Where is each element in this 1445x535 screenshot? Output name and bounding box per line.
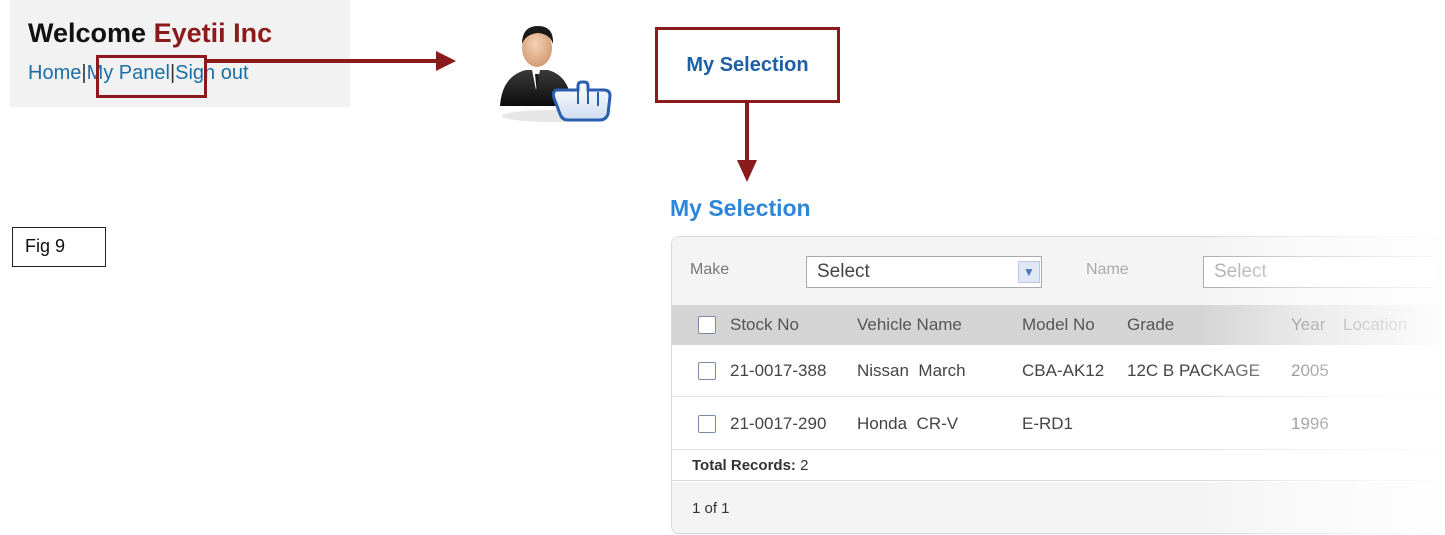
chevron-down-icon[interactable]: ▼: [1018, 261, 1040, 283]
column-header-grade[interactable]: Grade: [1127, 315, 1174, 335]
cell-grade: 12C B PACKAGE: [1127, 361, 1260, 380]
page-indicator: 1 of 1: [692, 500, 730, 517]
column-header-model-no[interactable]: Model No: [1022, 315, 1095, 335]
table-row[interactable]: 21-0017-290 Honda CR-V E-RD1 1996: [672, 398, 1440, 450]
cell-model-no: E-RD1: [1022, 414, 1074, 433]
name-select-value: Select: [1214, 261, 1267, 282]
company-name: Eyetii Inc: [153, 18, 273, 48]
total-records-value: 2: [800, 457, 809, 474]
selection-grid-panel: Make Select ▼ Name Select Stock No Vehic…: [671, 236, 1441, 534]
welcome-text: Welcome: [28, 18, 147, 48]
make-select[interactable]: Select: [806, 256, 1042, 288]
cell-stock-no: 21-0017-290: [730, 414, 827, 433]
select-all-checkbox[interactable]: [698, 316, 716, 334]
total-records: Total Records: 2: [692, 457, 808, 474]
filter-bar: Make Select ▼ Name Select: [672, 237, 1440, 305]
figure-label: Fig 9: [12, 227, 106, 267]
total-records-bar: Total Records: 2: [672, 451, 1440, 481]
grid-header: Stock No Vehicle Name Model No Grade Yea…: [672, 305, 1440, 345]
name-label: Name: [1086, 261, 1129, 278]
cell-stock-no: 21-0017-388: [730, 361, 827, 380]
pager-bar: 1 of 1: [672, 482, 1440, 533]
my-panel-highlight: [96, 55, 207, 98]
row-checkbox[interactable]: [698, 415, 716, 433]
my-selection-callout: My Selection: [655, 27, 840, 103]
column-header-location[interactable]: Location: [1343, 315, 1407, 335]
total-records-label: Total Records:: [692, 457, 796, 474]
home-link[interactable]: Home: [28, 62, 81, 84]
cell-vehicle-name: Nissan March: [857, 361, 966, 380]
cell-vehicle-name: Honda CR-V: [857, 414, 959, 433]
callout-label: My Selection: [686, 53, 809, 76]
arrow-right-head-icon: [436, 51, 456, 71]
cell-year: 1996: [1291, 414, 1329, 433]
arrow-right-line: [207, 59, 439, 63]
arrow-down-line: [745, 102, 749, 164]
column-header-year[interactable]: Year: [1291, 315, 1325, 335]
cell-year: 2005: [1291, 361, 1329, 380]
row-checkbox[interactable]: [698, 362, 716, 380]
table-row[interactable]: 21-0017-388 Nissan March CBA-AK12 12C B …: [672, 345, 1440, 397]
cell-model-no: CBA-AK12: [1022, 361, 1105, 380]
name-select[interactable]: Select: [1203, 256, 1439, 288]
column-header-stock-no[interactable]: Stock No: [730, 315, 799, 335]
user-panel-icon: [500, 26, 612, 122]
arrow-down-head-icon: [737, 160, 757, 182]
column-header-vehicle-name[interactable]: Vehicle Name: [857, 315, 962, 335]
welcome-title: Welcome Eyetii Inc: [28, 18, 272, 49]
section-heading: My Selection: [670, 195, 811, 221]
make-select-value: Select: [817, 261, 870, 282]
make-label: Make: [690, 261, 730, 278]
